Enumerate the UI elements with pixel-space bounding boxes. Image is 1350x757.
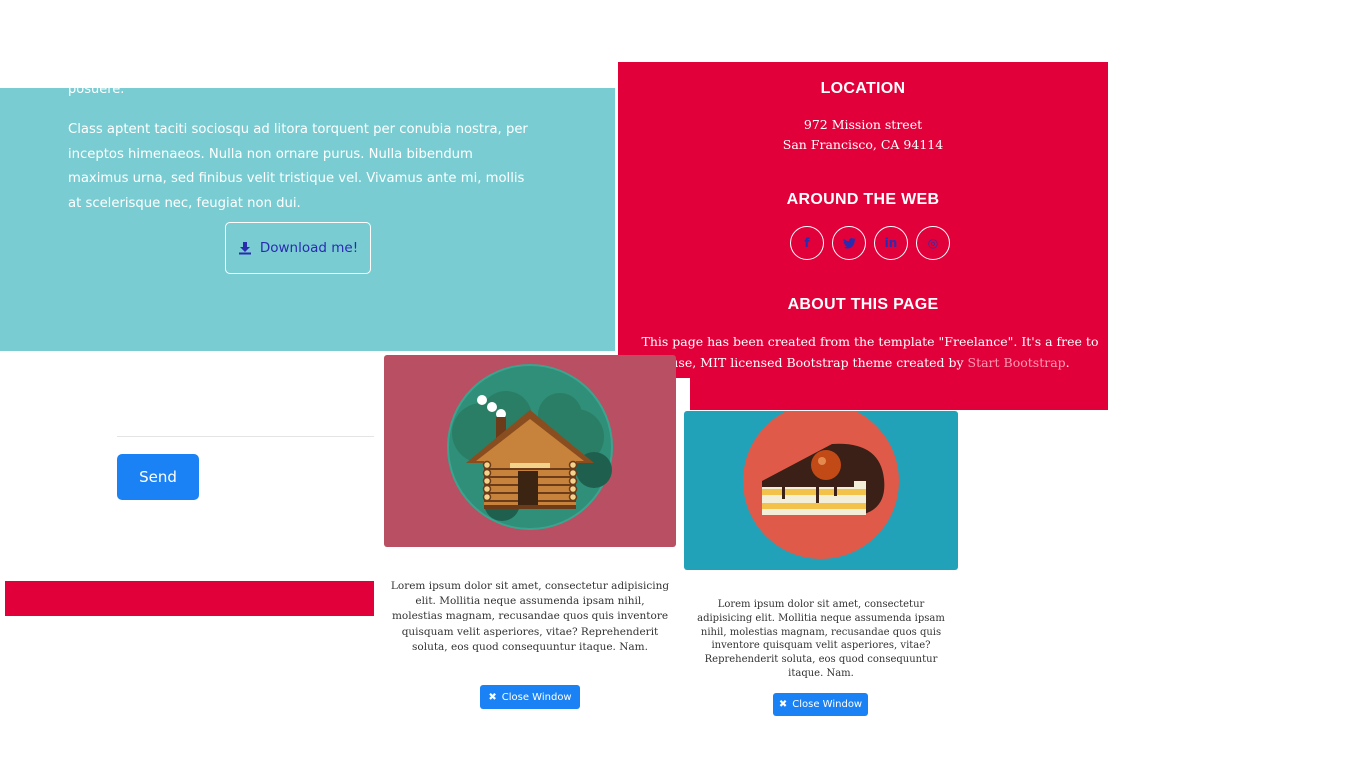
address-line-2: San Francisco, CA 94114 bbox=[782, 137, 944, 152]
linkedin-button[interactable]: in bbox=[874, 226, 908, 260]
cabin-image bbox=[384, 355, 676, 547]
facebook-button[interactable]: f bbox=[790, 226, 824, 260]
cake-description: Lorem ipsum dolor sit amet, consectetur … bbox=[697, 599, 945, 679]
close-window-button[interactable]: ✖ Close Window bbox=[773, 693, 868, 716]
social-links: f in ◎ bbox=[790, 226, 950, 260]
close-window-label: Close Window bbox=[792, 699, 863, 710]
download-label: Download me! bbox=[259, 240, 359, 256]
facebook-icon: f bbox=[804, 236, 810, 250]
cake-illustration bbox=[743, 411, 899, 559]
location-heading: LOCATION bbox=[820, 80, 906, 97]
close-window-button[interactable]: ✖ Close Window bbox=[480, 685, 580, 709]
dribbble-icon: ◎ bbox=[927, 236, 939, 250]
about-page-period: . bbox=[1065, 354, 1070, 370]
about-text-fragment: posuere. bbox=[68, 82, 125, 97]
twitter-icon bbox=[842, 237, 855, 248]
twitter-button[interactable] bbox=[832, 226, 866, 260]
cabin-illustration bbox=[447, 364, 613, 530]
footer-panel: LOCATION 972 Mission street San Francisc… bbox=[618, 62, 1108, 410]
close-icon: ✖ bbox=[488, 691, 497, 703]
around-web-heading: AROUND THE WEB bbox=[786, 191, 940, 208]
start-bootstrap-link[interactable]: Start Bootstrap bbox=[968, 355, 1066, 370]
about-page-text: This page has been created from the temp… bbox=[640, 332, 1100, 373]
about-paragraph: Class aptent taciti sociosqu ad litora t… bbox=[68, 122, 528, 211]
cabin-description: Lorem ipsum dolor sit amet, consectetur … bbox=[390, 580, 670, 653]
red-footer-strip bbox=[5, 581, 374, 616]
download-button[interactable]: Download me! bbox=[225, 222, 371, 274]
dribbble-button[interactable]: ◎ bbox=[916, 226, 950, 260]
close-window-label: Close Window bbox=[501, 691, 572, 703]
download-icon bbox=[238, 242, 251, 255]
cake-image bbox=[684, 411, 958, 570]
send-button[interactable]: Send bbox=[117, 454, 199, 500]
address-line-1: 972 Mission street bbox=[803, 117, 923, 132]
close-icon: ✖ bbox=[778, 699, 788, 710]
linkedin-icon: in bbox=[884, 236, 898, 250]
form-field-underline bbox=[117, 436, 374, 437]
about-page-heading: ABOUT THIS PAGE bbox=[787, 296, 939, 313]
